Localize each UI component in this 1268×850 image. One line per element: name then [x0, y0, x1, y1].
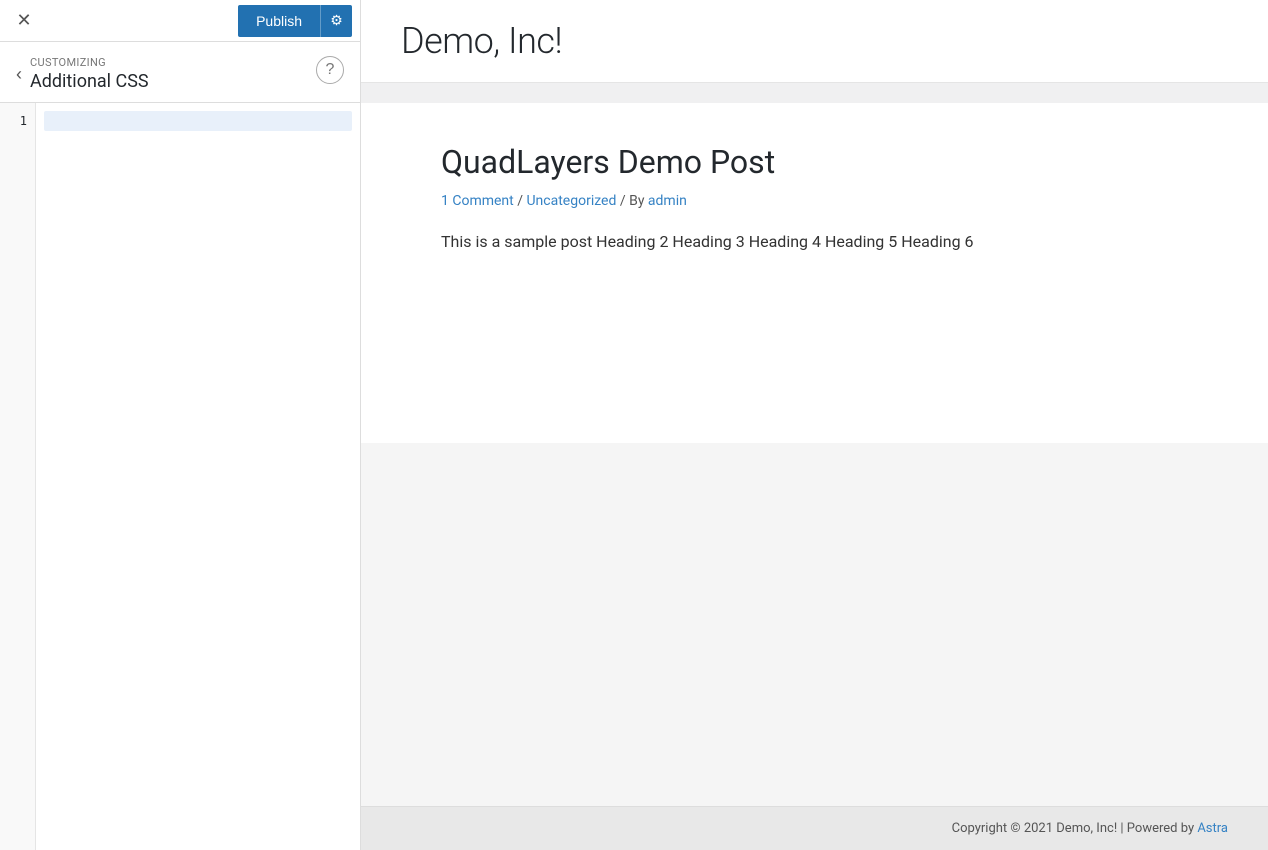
publish-settings-button[interactable]: ⚙: [320, 5, 352, 37]
code-line-1: [44, 111, 352, 131]
post-comment-link[interactable]: 1 Comment: [441, 193, 514, 209]
section-nav: ‹ Customizing Additional CSS: [16, 56, 149, 92]
post-meta: 1 Comment / Uncategorized / By admin: [441, 193, 1188, 209]
back-icon: ‹: [16, 64, 22, 85]
section-info: Customizing Additional CSS: [30, 56, 149, 92]
publish-button[interactable]: Publish: [238, 5, 320, 37]
help-button[interactable]: ?: [316, 56, 344, 84]
section-title: Additional CSS: [30, 71, 149, 92]
close-button[interactable]: ✕: [8, 5, 40, 37]
site-header: Demo, Inc!: [361, 0, 1268, 83]
site-footer: Copyright © 2021 Demo, Inc! | Powered by…: [361, 806, 1268, 850]
post-excerpt: This is a sample post Heading 2 Heading …: [441, 229, 1188, 255]
powered-by-link[interactable]: Astra: [1197, 821, 1228, 836]
post-title: QuadLayers Demo Post: [441, 143, 1188, 181]
section-header: ‹ Customizing Additional CSS ?: [0, 42, 360, 103]
code-editor[interactable]: 1: [0, 103, 360, 850]
meta-sep-1: /: [514, 193, 527, 209]
line-numbers: 1: [0, 103, 36, 850]
footer-area: [361, 443, 1268, 806]
line-number-1: 1: [20, 111, 27, 131]
customizer-panel: ✕ Publish ⚙ ‹ Customizing Additional CSS…: [0, 0, 361, 850]
publish-group: Publish ⚙: [238, 5, 352, 37]
main-content: QuadLayers Demo Post 1 Comment / Uncateg…: [361, 103, 1268, 443]
top-bar: ✕ Publish ⚙: [0, 0, 360, 42]
code-content[interactable]: [36, 103, 360, 850]
meta-sep-2: / By: [616, 193, 648, 209]
gear-icon: ⚙: [330, 12, 343, 29]
help-icon: ?: [326, 61, 335, 79]
site-title: Demo, Inc!: [401, 20, 1228, 62]
preview-area: Demo, Inc! QuadLayers Demo Post 1 Commen…: [361, 0, 1268, 850]
copyright-text: Copyright © 2021 Demo, Inc! | Powered by: [952, 821, 1198, 836]
post-author-link[interactable]: admin: [648, 193, 687, 209]
post-category-link[interactable]: Uncategorized: [526, 193, 616, 209]
back-button[interactable]: ‹: [16, 64, 22, 85]
customizing-label: Customizing: [30, 56, 149, 69]
